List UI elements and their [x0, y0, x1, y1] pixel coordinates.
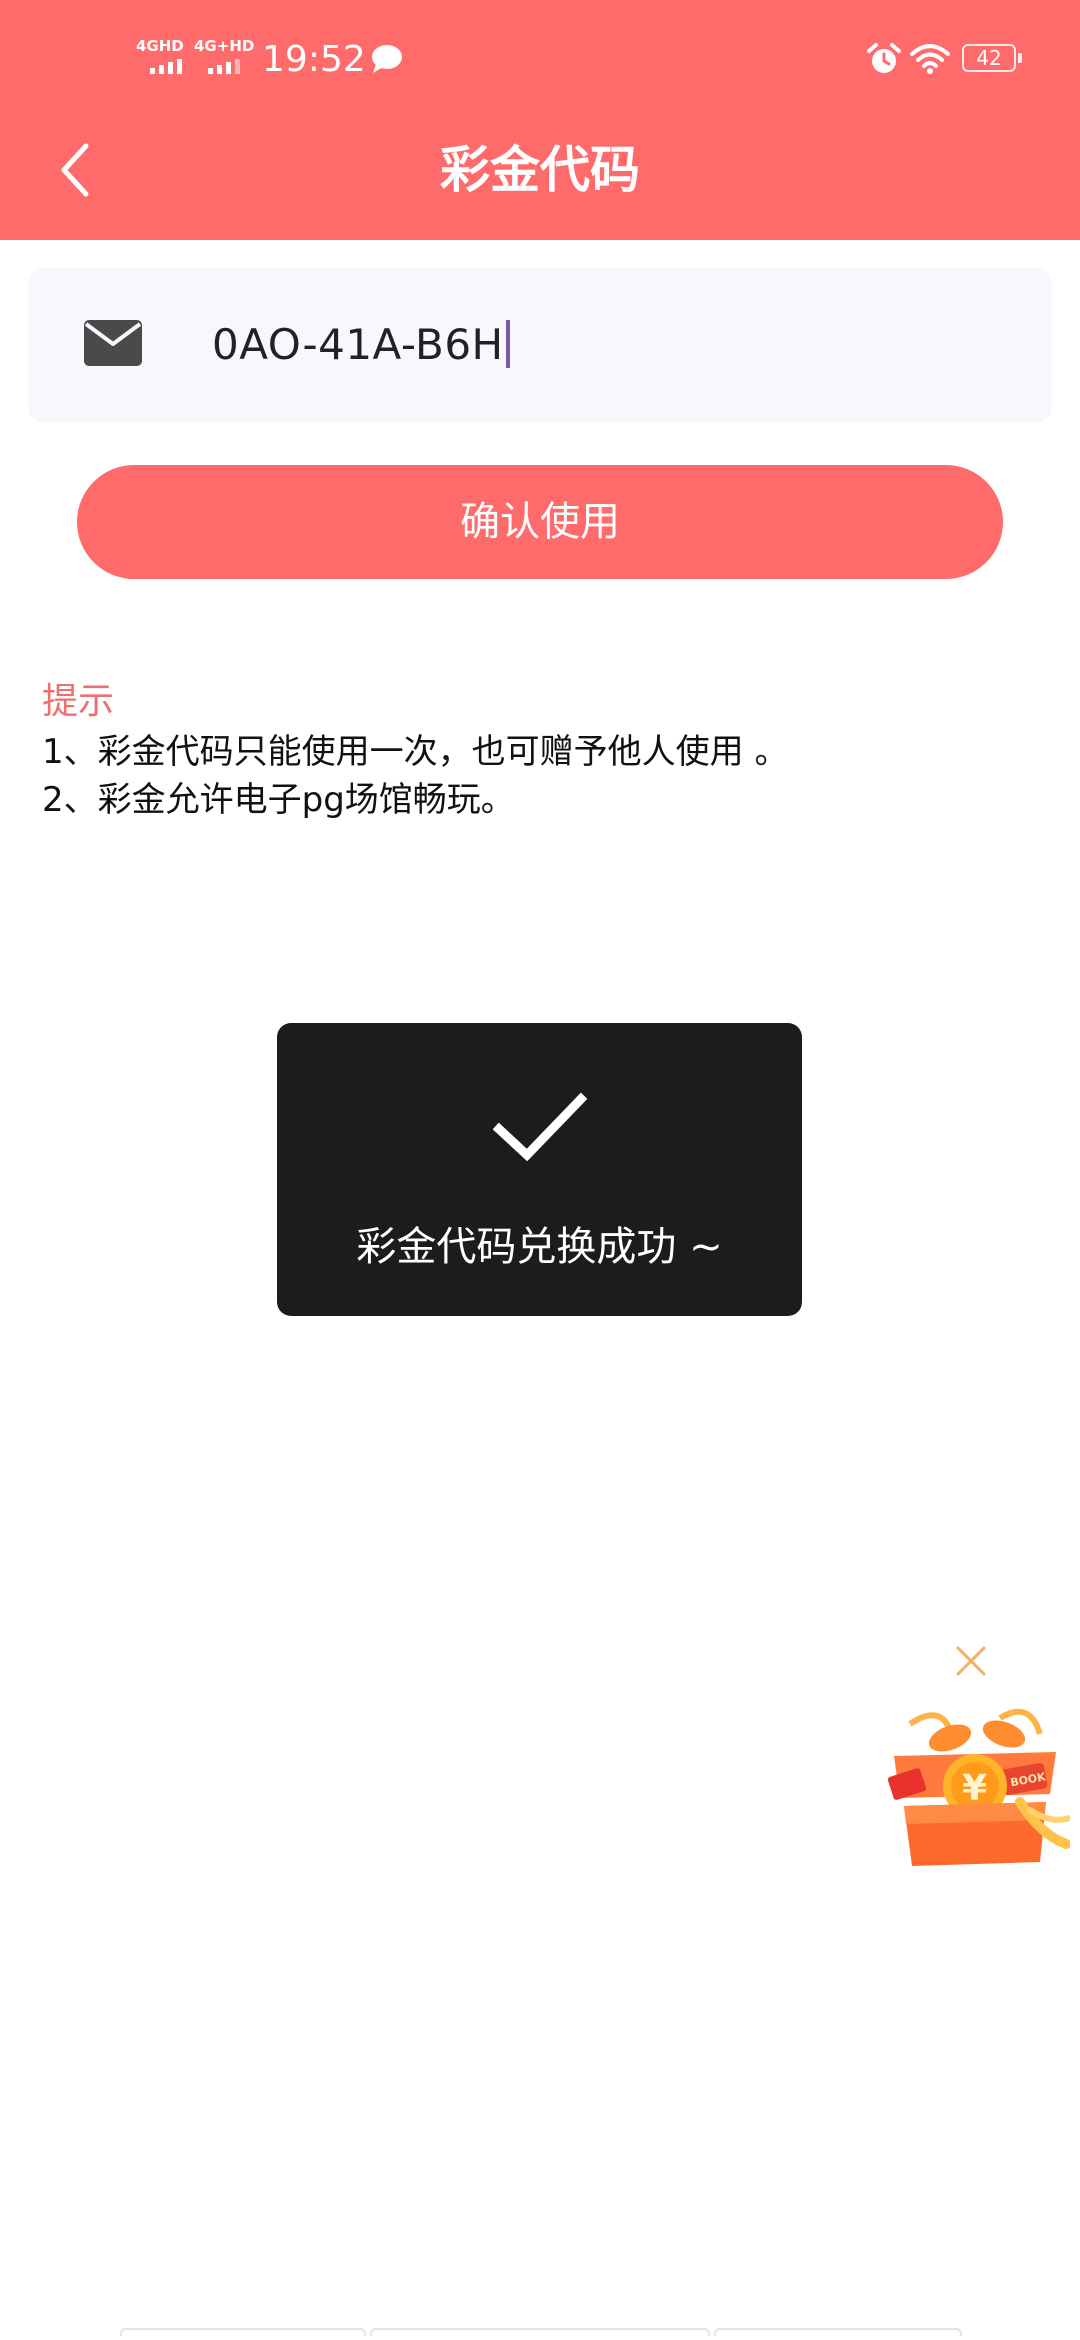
envelope-icon: [84, 320, 142, 370]
signal-bars-2-icon: [208, 58, 254, 74]
tip-line-2: 2、彩金允许电子pg场馆畅玩。: [42, 780, 515, 820]
gift-box-floating-button[interactable]: BOOK ¥: [880, 1694, 1073, 1874]
close-icon[interactable]: [954, 1644, 988, 1682]
signal-indicator-2: 4G+HD: [194, 38, 254, 74]
coin-symbol-text: ¥: [962, 1768, 987, 1809]
alarm-clock-icon: [866, 42, 902, 80]
status-bar: 4GHD 4G+HD 19:52 42: [0, 36, 1080, 84]
code-input[interactable]: 0AO-41A-B6H: [212, 308, 510, 380]
signal-1-label: 4GHD: [136, 37, 184, 55]
status-time: 19:52: [262, 39, 366, 80]
chat-bubble-icon: [370, 44, 404, 78]
tips-title: 提示: [42, 681, 115, 722]
text-caret: [505, 320, 510, 368]
checkmark-icon: [492, 1091, 588, 1169]
battery-tip: [1018, 53, 1022, 63]
gift-box-icon: BOOK ¥: [887, 1708, 1073, 1866]
success-toast: 彩金代码兑换成功 ~: [277, 1023, 802, 1316]
confirm-use-button[interactable]: 确认使用: [77, 465, 1003, 579]
signal-indicator-1: 4GHD: [136, 38, 184, 74]
page-title: 彩金代码: [440, 141, 640, 199]
tip-line-1: 1、彩金代码只能使用一次，也可赠予他人使用 。: [42, 732, 789, 772]
signal-2-label: 4G+HD: [194, 37, 255, 55]
app-header: 4GHD 4G+HD 19:52 42 彩金代码: [0, 0, 1080, 240]
signal-bars-1-icon: [150, 58, 184, 74]
wifi-icon: [910, 44, 950, 78]
code-input-card[interactable]: 0AO-41A-B6H: [28, 268, 1052, 422]
bottom-edge-decoration: [120, 2328, 962, 2338]
toast-message: 彩金代码兑换成功 ~: [356, 1224, 723, 1270]
battery-indicator: 42: [962, 44, 1016, 72]
tips-section: 提示 1、彩金代码只能使用一次，也可赠予他人使用 。 2、彩金允许电子pg场馆畅…: [42, 676, 788, 824]
code-input-value: 0AO-41A-B6H: [212, 319, 504, 369]
